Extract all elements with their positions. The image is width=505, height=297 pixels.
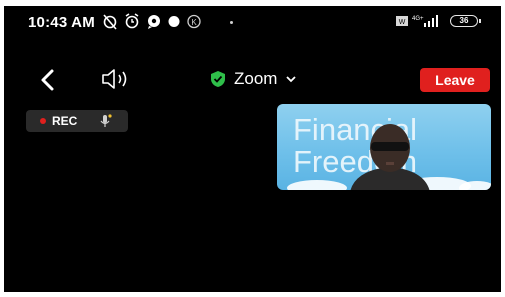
battery-icon: 36 <box>450 15 481 27</box>
record-dot-icon <box>40 118 46 124</box>
meeting-title-dropdown[interactable]: Zoom <box>210 66 297 92</box>
chevron-down-icon <box>286 76 297 83</box>
status-bar: 10:43 AM K W 4G+ 36 <box>4 6 501 36</box>
circle-icon <box>168 16 180 27</box>
participant-avatar <box>350 124 430 190</box>
k-icon: K <box>187 14 201 29</box>
alarm-icon <box>125 13 139 29</box>
speaker-button[interactable] <box>100 66 134 92</box>
status-time: 10:43 AM <box>28 14 95 31</box>
phone-screen: 10:43 AM K W 4G+ 36 Zoom Leave REC Finan… <box>4 6 501 292</box>
leave-button[interactable]: Leave <box>420 68 490 92</box>
signal-icon: W 4G+ <box>396 15 438 27</box>
chat-icon <box>148 15 160 29</box>
svg-text:K: K <box>191 18 197 27</box>
back-icon <box>41 69 54 91</box>
svg-text:W: W <box>399 19 406 26</box>
mic-icon <box>100 114 112 127</box>
meeting-title: Zoom <box>234 69 278 88</box>
svg-text:4G+: 4G+ <box>412 16 424 22</box>
speaker-icon <box>102 69 127 89</box>
recording-indicator[interactable]: REC <box>26 110 128 132</box>
participant-video-tile[interactable]: Financial Freedom <box>277 104 491 190</box>
shield-check-icon <box>211 71 225 87</box>
alarm-off-icon <box>103 14 117 30</box>
rec-label: REC <box>52 114 78 128</box>
back-button[interactable] <box>36 66 60 94</box>
status-dot <box>230 21 233 24</box>
